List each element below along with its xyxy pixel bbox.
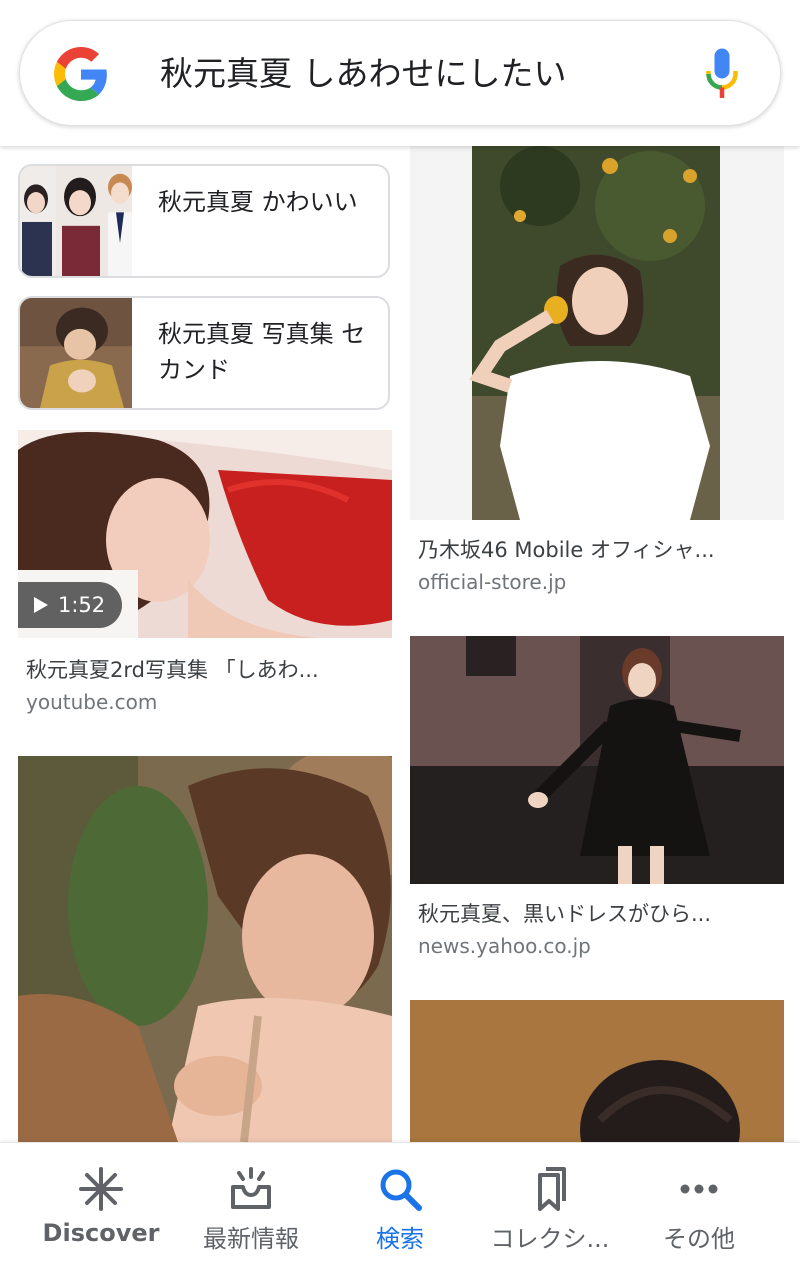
result-image[interactable] [18,756,392,1142]
nav-discover[interactable]: Discover [21,1143,181,1264]
result-source[interactable]: news.yahoo.co.jp [418,934,591,958]
nav-label: Discover [42,1219,160,1247]
result-title[interactable]: 乃木坂46 Mobile オフィシャ... [418,534,780,564]
nav-collections[interactable]: コレクシ... [470,1143,630,1264]
bottom-navigation-bar: Discover 最新情報 検索 コレクシ... その他 [0,1142,800,1264]
result-photo-image [410,636,784,884]
nav-more[interactable]: その他 [619,1143,779,1264]
related-search-label: 秋元真夏 かわいい [158,188,358,216]
nav-label: 検索 [376,1225,424,1253]
more-dots-icon [680,1184,718,1194]
result-image[interactable] [410,1000,784,1150]
discover-asterisk-icon [79,1167,123,1211]
video-duration: 1:52 [58,593,106,617]
search-header: 秋元真夏 しあわせにしたい [0,0,800,146]
related-search-chip[interactable]: 秋元真夏 写真集 セカンド [18,296,390,410]
nav-label: 最新情報 [203,1225,299,1253]
result-image[interactable]: 1:52 [18,430,392,638]
google-logo-icon[interactable] [54,47,108,101]
nav-search[interactable]: 検索 [320,1143,480,1264]
result-source[interactable]: youtube.com [26,690,157,714]
video-duration-badge: 1:52 [18,582,122,628]
result-photo-image [410,1000,784,1150]
play-icon [34,597,48,613]
result-title[interactable]: 秋元真夏2rd写真集 「しあわ... [26,654,386,684]
nav-updates[interactable]: 最新情報 [171,1143,331,1264]
result-image[interactable] [410,636,784,884]
related-search-chip[interactable]: 秋元真夏 かわいい [18,164,390,278]
nav-label: その他 [663,1225,735,1253]
updates-tray-icon [231,1167,271,1209]
nav-label: コレクシ... [490,1225,610,1253]
microphone-icon[interactable] [704,47,740,101]
related-search-label: 秋元真夏 写真集 セカンド [158,320,366,384]
result-title[interactable]: 秋元真夏、黒いドレスがひら... [418,898,780,928]
related-thumbnail-image [20,166,132,276]
collections-bookmark-icon [538,1167,566,1211]
result-photo-image [410,146,784,520]
search-query-text[interactable]: 秋元真夏 しあわせにしたい [160,49,567,99]
result-image[interactable] [410,146,784,520]
search-icon [380,1169,422,1211]
related-thumbnail-image [20,298,132,408]
result-photo-image [18,756,392,1142]
result-source[interactable]: official-store.jp [418,570,566,594]
search-bar[interactable]: 秋元真夏 しあわせにしたい [19,20,781,126]
